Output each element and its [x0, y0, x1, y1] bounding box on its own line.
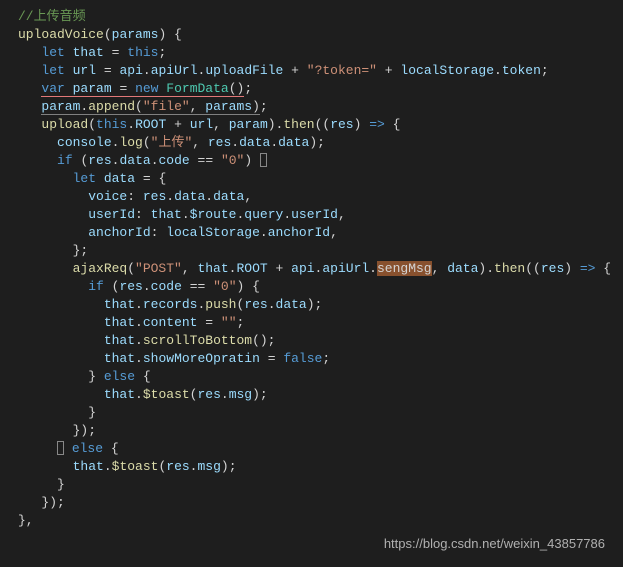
code-line[interactable]: anchorId: localStorage.anchorId,	[0, 224, 623, 242]
code-line[interactable]: if (res.data.code == "0")	[0, 152, 623, 170]
code-line[interactable]: else {	[0, 440, 623, 458]
code-line[interactable]: that.$toast(res.msg);	[0, 386, 623, 404]
code-line[interactable]: }	[0, 476, 623, 494]
code-line[interactable]: let url = api.apiUrl.uploadFile + "?toke…	[0, 62, 623, 80]
code-line[interactable]: });	[0, 494, 623, 512]
cursor-box	[57, 441, 64, 455]
highlight-sengmsg: sengMsg	[377, 261, 432, 276]
code-line[interactable]: let that = this;	[0, 44, 623, 62]
comment-text: //上传音频	[18, 9, 86, 24]
code-line[interactable]: that.records.push(res.data);	[0, 296, 623, 314]
code-line[interactable]: } else {	[0, 368, 623, 386]
code-line[interactable]: let data = {	[0, 170, 623, 188]
code-line[interactable]: ajaxReq("POST", that.ROOT + api.apiUrl.s…	[0, 260, 623, 278]
code-line[interactable]: that.scrollToBottom();	[0, 332, 623, 350]
code-line[interactable]: userId: that.$route.query.userId,	[0, 206, 623, 224]
code-line[interactable]: }	[0, 404, 623, 422]
code-line[interactable]: },	[0, 512, 623, 530]
code-line[interactable]: param.append("file", params);	[0, 98, 623, 116]
underline-append: param.append("file", params)	[41, 99, 260, 115]
watermark-text: https://blog.csdn.net/weixin_43857786	[384, 535, 605, 553]
code-line[interactable]: console.log("上传", res.data.data);	[0, 134, 623, 152]
code-line[interactable]: });	[0, 422, 623, 440]
code-line[interactable]: //上传音频	[0, 8, 623, 26]
cursor-box	[260, 153, 267, 167]
code-line[interactable]: that.content = "";	[0, 314, 623, 332]
code-line[interactable]: that.showMoreOpratin = false;	[0, 350, 623, 368]
code-line[interactable]: that.$toast(res.msg);	[0, 458, 623, 476]
code-line[interactable]: if (res.code == "0") {	[0, 278, 623, 296]
code-line[interactable]: upload(this.ROOT + url, param).then((res…	[0, 116, 623, 134]
underline-var-param: var param = new FormData()	[41, 81, 244, 97]
code-line[interactable]: voice: res.data.data,	[0, 188, 623, 206]
code-line[interactable]: uploadVoice(params) {	[0, 26, 623, 44]
code-line[interactable]: var param = new FormData();	[0, 80, 623, 98]
code-line[interactable]: };	[0, 242, 623, 260]
code-editor[interactable]: //上传音频 uploadVoice(params) { let that = …	[0, 8, 623, 530]
